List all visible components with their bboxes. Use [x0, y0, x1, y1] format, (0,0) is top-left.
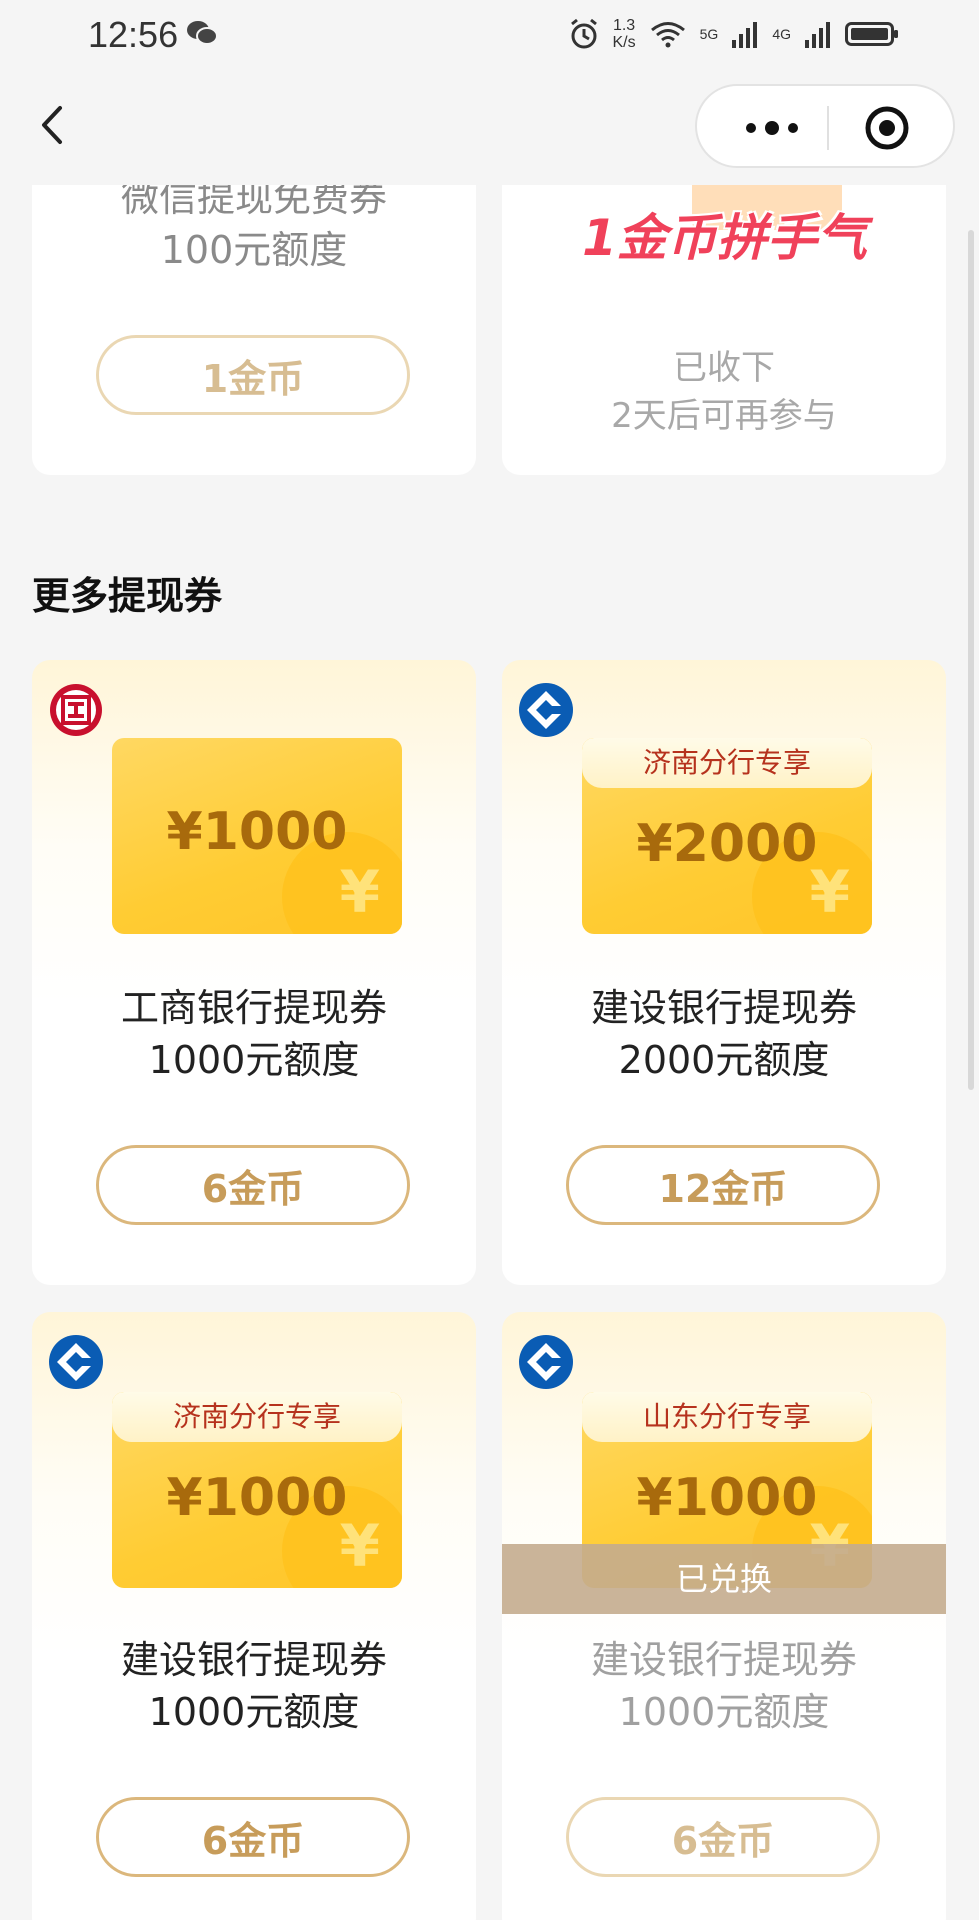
- scrollbar[interactable]: [968, 230, 974, 1090]
- target-close-icon[interactable]: [863, 104, 911, 152]
- voucher-card-ccb-2000[interactable]: 济南分行专享 ¥ ¥2000 建设银行提现券 2000元额度 12金币: [502, 660, 946, 1285]
- yuan-icon: ¥: [339, 858, 380, 926]
- voucher-quota: 1000元额度: [148, 1690, 360, 1734]
- branch-tag: 济南分行专享: [112, 1392, 402, 1442]
- voucher-name: 建设银行提现券: [120, 1638, 387, 1682]
- voucher-amount: ¥1000: [166, 802, 348, 862]
- more-dots-icon[interactable]: [737, 108, 807, 148]
- voucher-visual: ¥ ¥1000: [112, 738, 402, 934]
- branch-tag: 山东分行专享: [582, 1392, 872, 1442]
- redeem-button[interactable]: 12金币: [566, 1145, 880, 1225]
- branch-tag: 济南分行专享: [582, 738, 872, 788]
- miniprogram-capsule: [695, 84, 955, 168]
- voucher-amount: ¥2000: [636, 814, 818, 874]
- wifi-icon: [650, 22, 685, 48]
- capsule-divider: [827, 106, 829, 150]
- sim1-label: 5G: [699, 26, 719, 42]
- redeem-button[interactable]: 6金币: [96, 1797, 410, 1877]
- alarm-icon: [570, 18, 597, 49]
- lucky-status: 已收下: [673, 348, 775, 388]
- status-time: 12:56: [88, 14, 179, 55]
- redeemed-overlay: 已兑换: [502, 1544, 946, 1614]
- voucher-amount: ¥1000: [636, 1468, 818, 1528]
- lucky-banner-text: 1金币拼手气: [582, 209, 867, 267]
- voucher-amount: ¥1000: [166, 1468, 348, 1528]
- sim2-label: 4G: [772, 26, 791, 42]
- signal-icon: [805, 22, 830, 48]
- status-bar: 12:56 1.3 K/s 5G 4G: [0, 0, 979, 70]
- voucher-card-ccb-redeemed[interactable]: 山东分行专享 ¥ ¥1000 已兑换 建设银行提现券 1000元额度 6金币: [502, 1312, 946, 1920]
- redeem-button[interactable]: 1金币: [96, 335, 410, 415]
- voucher-visual: 济南分行专享 ¥ ¥1000: [112, 1392, 402, 1588]
- ccb-logo-icon: [49, 1335, 103, 1389]
- ccb-logo-icon: [519, 683, 573, 737]
- network-speed: 1.3 K/s: [612, 17, 636, 51]
- voucher-quota: 1000元额度: [618, 1690, 830, 1734]
- voucher-quota: 1000元额度: [148, 1038, 360, 1082]
- wechat-icon: [187, 21, 218, 45]
- redeem-button[interactable]: 6金币: [566, 1797, 880, 1877]
- voucher-name: 建设银行提现券: [590, 1638, 857, 1682]
- nav-bar: [0, 70, 979, 185]
- card-quota: 100元额度: [160, 228, 348, 272]
- status-icons: 1.3 K/s 5G 4G: [569, 14, 900, 54]
- lucky-banner: 1金币拼手气: [552, 170, 897, 280]
- voucher-name: 建设银行提现券: [590, 986, 857, 1030]
- signal-icon: [732, 22, 758, 48]
- voucher-card-icbc[interactable]: ¥ ¥1000 工商银行提现券 1000元额度 6金币: [32, 660, 476, 1285]
- ccb-logo-icon: [519, 1335, 573, 1389]
- icbc-logo-icon: [50, 684, 102, 736]
- voucher-quota: 2000元额度: [618, 1038, 830, 1082]
- voucher-card-ccb-1000[interactable]: 济南分行专享 ¥ ¥1000 建设银行提现券 1000元额度 6金币: [32, 1312, 476, 1920]
- section-title: 更多提现券: [32, 574, 223, 618]
- voucher-visual: 济南分行专享 ¥ ¥2000: [582, 738, 872, 934]
- lucky-next-time: 2天后可再参与: [611, 396, 837, 436]
- voucher-name: 工商银行提现券: [120, 986, 387, 1030]
- battery-icon: [845, 22, 898, 46]
- back-chevron-icon[interactable]: [30, 100, 80, 150]
- redeem-button[interactable]: 6金币: [96, 1145, 410, 1225]
